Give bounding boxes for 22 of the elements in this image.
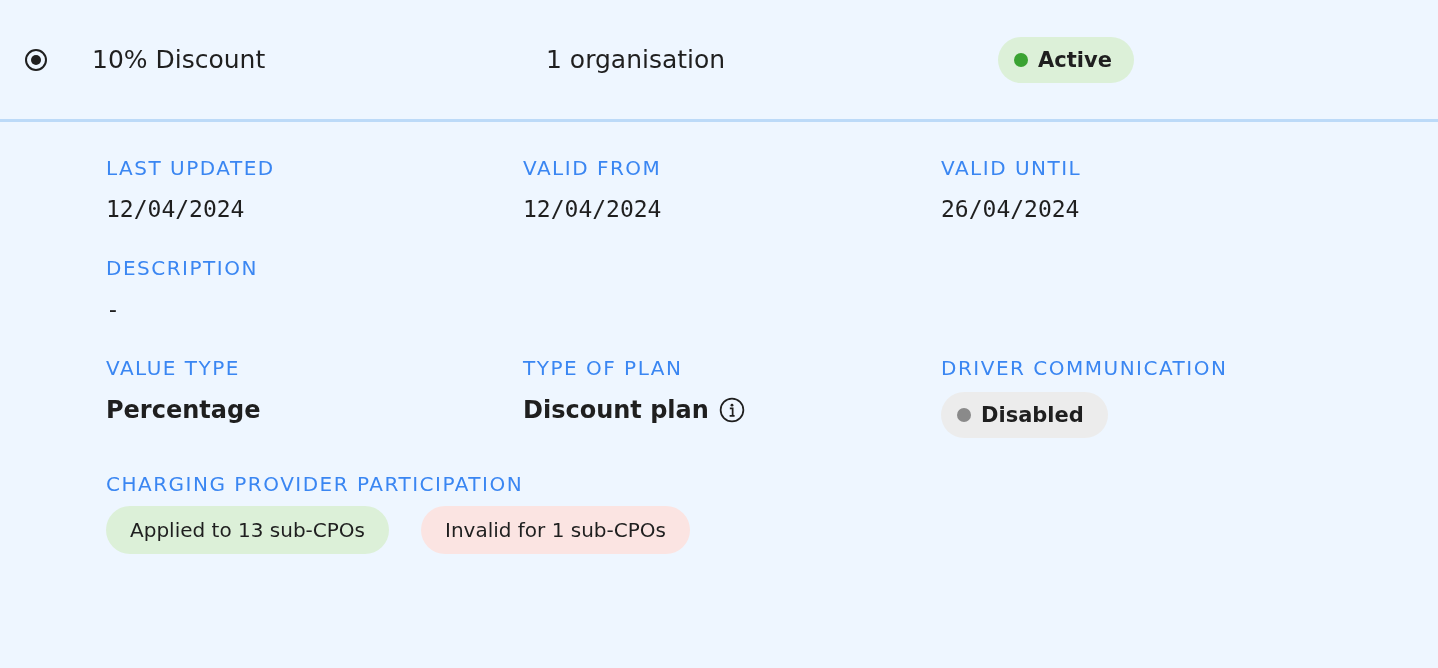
field-label: VALUE TYPE bbox=[106, 356, 241, 380]
field-label: DESCRIPTION bbox=[106, 256, 259, 280]
field-label: CHARGING PROVIDER PARTICIPATION bbox=[106, 472, 525, 496]
field-value: 26/04/2024 bbox=[941, 196, 1081, 222]
plan-name: 10% Discount bbox=[92, 45, 267, 74]
field-label: TYPE OF PLAN bbox=[523, 356, 684, 380]
field-label: VALID UNTIL bbox=[941, 156, 1083, 180]
field-value: 12/04/2024 bbox=[106, 196, 246, 222]
organisation-count: 1 organisation bbox=[546, 45, 727, 74]
field-value: Percentage bbox=[106, 396, 262, 424]
field-value: - bbox=[106, 296, 121, 322]
field-label: VALID FROM bbox=[523, 156, 663, 180]
info-icon[interactable] bbox=[718, 397, 745, 423]
field-value: Discount plan bbox=[523, 396, 709, 424]
field-value: 12/04/2024 bbox=[523, 196, 663, 222]
status-badge: Active bbox=[998, 36, 1134, 83]
field-label: DRIVER COMMUNICATION bbox=[941, 356, 1229, 380]
status-badge: Disabled bbox=[941, 392, 1108, 438]
radio-button[interactable] bbox=[25, 48, 47, 71]
participation-tag: Invalid for 1 sub-CPOs bbox=[421, 506, 690, 554]
participation-tag: Applied to 13 sub-CPOs bbox=[106, 506, 389, 554]
field-label: LAST UPDATED bbox=[106, 156, 276, 180]
